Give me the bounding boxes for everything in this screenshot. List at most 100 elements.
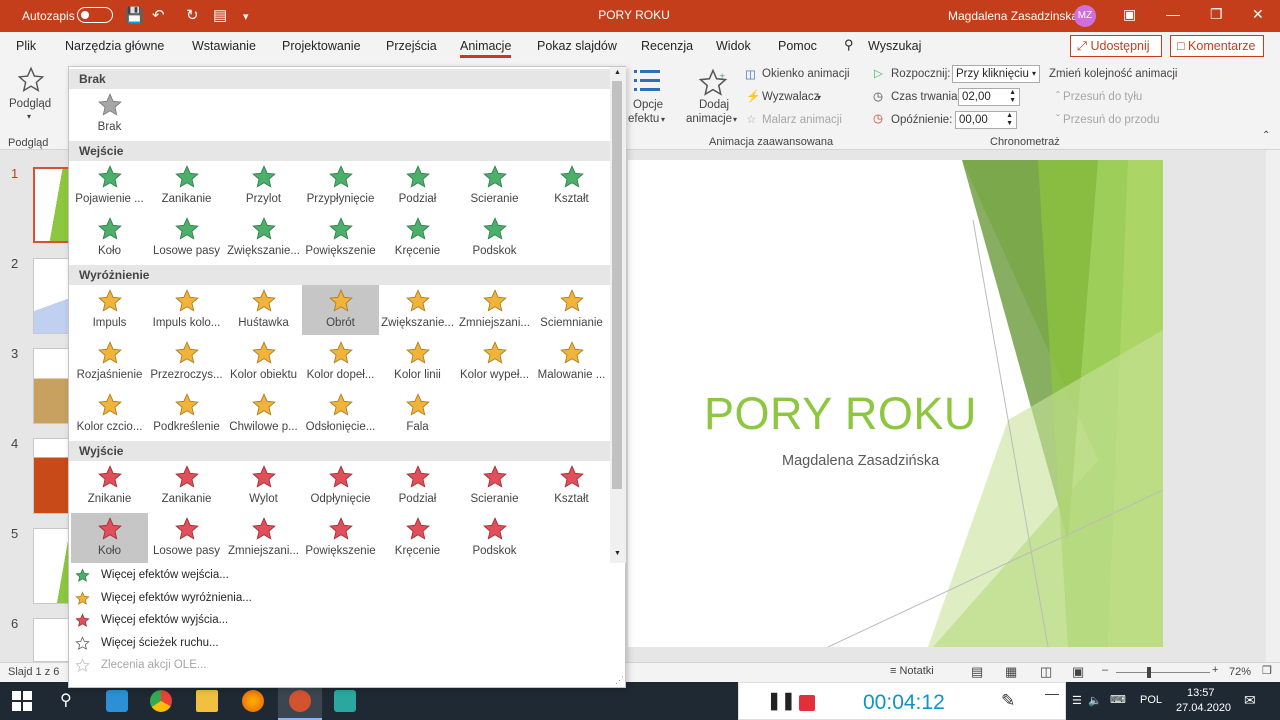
tab-file[interactable]: Plik [16, 39, 36, 53]
slide-thumbnail-6[interactable] [33, 618, 70, 662]
preview-star-icon[interactable] [17, 66, 45, 94]
gallery-scrollbar[interactable]: ▲ ▼ [610, 67, 626, 563]
entrance-effect-powiększenie[interactable]: Powiększenie [302, 213, 379, 263]
emphasis-effect-impuls-kolo[interactable]: Impuls kolo... [148, 285, 225, 335]
language-indicator[interactable]: POL [1140, 694, 1162, 706]
move-earlier-button[interactable]: ˆ Przesuń do tyłu [1056, 91, 1142, 103]
clock-date[interactable]: 27.04.2020 [1176, 702, 1231, 714]
preview-dropdown-icon[interactable]: ▾ [27, 112, 31, 121]
zoom-slider-thumb[interactable] [1147, 667, 1151, 678]
emphasis-effect-zmniejszani[interactable]: Zmniejszani... [456, 285, 533, 335]
tab-view[interactable]: Widok [716, 39, 751, 53]
emphasis-effect-fala[interactable]: Fala [379, 389, 456, 439]
emphasis-effect-ściemnianie[interactable]: Ściemnianie [533, 285, 610, 335]
scroll-down-icon[interactable]: ▼ [614, 550, 621, 557]
emphasis-effect-rozjaśnienie[interactable]: Rozjaśnienie [71, 337, 148, 387]
emphasis-effect-kolor-linii[interactable]: Kolor linii [379, 337, 456, 387]
tab-review[interactable]: Recenzja [641, 39, 693, 53]
volume-icon[interactable]: 🔈 [1088, 694, 1102, 707]
trigger-button[interactable]: Wyzwalacz [762, 91, 819, 103]
exit-effect-powiększenie[interactable]: Powiększenie [302, 513, 379, 563]
more-effects-item[interactable]: Więcej efektów wyjścia... [69, 610, 609, 632]
resize-grip-icon[interactable]: ⋰ [615, 675, 624, 686]
slide-thumbnail-1[interactable] [33, 167, 70, 243]
zoom-slider[interactable] [1116, 672, 1210, 673]
delay-input[interactable]: 00,00 ▲ ▼ [955, 111, 1017, 129]
slide-editor[interactable]: PORY ROKU Magdalena Zasadzińska [628, 160, 1163, 647]
preview-button[interactable]: Podgląd [9, 98, 51, 110]
slide-thumbnail-2[interactable] [33, 258, 70, 334]
reading-view-icon[interactable]: ◫ [1040, 664, 1052, 680]
entrance-effect-pojawienie[interactable]: Pojawienie ... [71, 161, 148, 211]
more-effects-item[interactable]: Więcej ścieżek ruchu... [69, 633, 609, 655]
emphasis-effect-kolor-dopeł[interactable]: Kolor dopeł... [302, 337, 379, 387]
entrance-effect-podział[interactable]: Podział [379, 161, 456, 211]
pen-icon[interactable]: ✎ [1001, 691, 1015, 711]
minimize-icon[interactable]: — [1166, 6, 1180, 22]
add-animation-icon[interactable]: + [698, 68, 728, 98]
vertical-scrollbar[interactable] [1266, 150, 1280, 662]
effect-options-label-1[interactable]: Opcje [633, 99, 663, 111]
normal-view-icon[interactable]: ▤ [971, 664, 983, 680]
pause-icon[interactable]: ❚❚ [767, 691, 796, 711]
start-select[interactable]: Przy kliknięciu ▾ [952, 65, 1040, 83]
chrome-icon[interactable] [150, 690, 172, 712]
exit-effect-kształt[interactable]: Kształt [533, 461, 610, 511]
exit-effect-zmniejszani[interactable]: Zmniejszani... [225, 513, 302, 563]
slide-sorter-icon[interactable]: ▦ [1005, 664, 1017, 680]
duration-input[interactable]: 02,00 ▲ ▼ [958, 88, 1020, 106]
emphasis-effect-kolor-wypeł[interactable]: Kolor wypeł... [456, 337, 533, 387]
entrance-effect-zanikanie[interactable]: Zanikanie [148, 161, 225, 211]
trigger-dropdown-icon[interactable]: ▾ [817, 93, 821, 102]
entrance-effect-kręcenie[interactable]: Kręcenie [379, 213, 456, 263]
add-animation-label-2[interactable]: animacje [686, 113, 732, 125]
exit-effect-znikanie[interactable]: Znikanie [71, 461, 148, 511]
emphasis-effect-malowanie[interactable]: Malowanie ... [533, 337, 610, 387]
slide-subtitle[interactable]: Magdalena Zasadzińska [782, 453, 939, 469]
search-icon[interactable]: ⚲ [60, 690, 72, 710]
emphasis-effect-zwiększanie[interactable]: Zwiększanie... [379, 285, 456, 335]
clock-time[interactable]: 13:57 [1187, 687, 1215, 699]
emphasis-effect-kolor-czcio[interactable]: Kolor czcio... [71, 389, 148, 439]
exit-effect-wylot[interactable]: Wylot [225, 461, 302, 511]
stop-icon[interactable] [799, 695, 815, 711]
emphasis-effect-chwilowe-p[interactable]: Chwilowe p... [225, 389, 302, 439]
entrance-effect-koło[interactable]: Koło [71, 213, 148, 263]
slide-thumbnail-3[interactable] [33, 348, 70, 424]
zoom-out-icon[interactable]: – [1102, 664, 1108, 676]
tab-help[interactable]: Pomoc [778, 39, 817, 53]
more-effects-item[interactable]: Zlecenia akcji OLE... [69, 655, 609, 677]
tab-design[interactable]: Projektowanie [282, 39, 361, 53]
emphasis-effect-podkreślenie[interactable]: Podkreślenie [148, 389, 225, 439]
exit-effect-ścieranie[interactable]: Ścieranie [456, 461, 533, 511]
tab-slideshow[interactable]: Pokaz slajdów [537, 39, 617, 53]
restore-icon[interactable]: ❐ [1210, 6, 1223, 23]
exit-effect-zanikanie[interactable]: Zanikanie [148, 461, 225, 511]
screen-recorder-icon[interactable] [334, 690, 356, 712]
ribbon-display-icon[interactable]: ▣ [1123, 6, 1136, 23]
close-icon[interactable]: ✕ [1252, 6, 1264, 23]
fit-slide-icon[interactable]: ❒ [1262, 664, 1272, 677]
notifications-icon[interactable]: ✉ [1244, 692, 1256, 709]
more-effects-item[interactable]: Więcej efektów wyróżnienia... [69, 588, 609, 610]
entrance-effect-przypłynięcie[interactable]: Przypłynięcie [302, 161, 379, 211]
slide-thumbnail-4[interactable] [33, 438, 70, 514]
effect-options-icon[interactable] [634, 68, 662, 94]
move-later-button[interactable]: ˇ Przesuń do przodu [1056, 114, 1160, 126]
emphasis-effect-impuls[interactable]: Impuls [71, 285, 148, 335]
entrance-effect-ścieranie[interactable]: Ścieranie [456, 161, 533, 211]
exit-effect-losowe-pasy[interactable]: Losowe pasy [148, 513, 225, 563]
tab-insert[interactable]: Wstawianie [192, 39, 256, 53]
collapse-ribbon-icon[interactable]: ⌃ [1262, 130, 1270, 141]
windows-start-icon[interactable] [12, 691, 32, 711]
entrance-effect-podskok[interactable]: Podskok [456, 213, 533, 263]
more-effects-item[interactable]: Więcej efektów wejścia... [69, 565, 609, 587]
animation-painter-button[interactable]: Malarz animacji [762, 114, 842, 126]
share-button[interactable]: ⤢ Udostępnij [1070, 35, 1162, 57]
emphasis-effect-odsłonięcie[interactable]: Odsłonięcie... [302, 389, 379, 439]
effect-options-dropdown-icon[interactable]: ▾ [661, 115, 665, 124]
exit-effect-podział[interactable]: Podział [379, 461, 456, 511]
entrance-effect-kształt[interactable]: Kształt [533, 161, 610, 211]
gallery-scroll-thumb[interactable] [612, 81, 622, 489]
entrance-effect-przylot[interactable]: Przylot [225, 161, 302, 211]
